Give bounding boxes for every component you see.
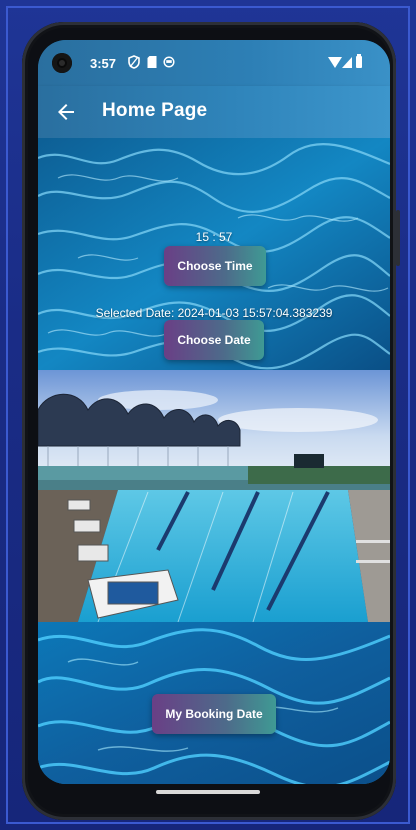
choose-date-button[interactable]: Choose Date <box>164 320 264 360</box>
power-button <box>396 210 400 266</box>
device-stage: 3:57 Home Page 15: 57 Choose Time Selec… <box>0 0 416 830</box>
water-background-bottom: My Booking Date <box>38 622 390 784</box>
water-background-top: 15 : 57 Choose Time Selected Date: 2024-… <box>38 138 390 370</box>
battery-icon <box>356 54 362 68</box>
arrow-left-icon[interactable] <box>54 100 78 124</box>
app-bar: Home Page <box>38 86 390 138</box>
my-booking-date-button[interactable]: My Booking Date <box>152 694 276 734</box>
vpn-icon <box>128 55 140 69</box>
signal-icon <box>342 57 352 68</box>
camera-hole <box>52 53 72 73</box>
status-time: 3:57 <box>90 56 117 71</box>
selected-time-text: 15 : 57 <box>195 230 233 244</box>
sd-card-icon <box>147 56 157 68</box>
swimming-pool-photo <box>38 370 390 622</box>
selected-date-text: Selected Date: 2024-01-03 15:57:04.38323… <box>95 306 333 320</box>
choose-time-button[interactable]: Choose Time <box>164 246 266 286</box>
app-notification-icon <box>163 56 175 68</box>
status-bar: 3:57 <box>38 40 390 86</box>
home-indicator[interactable] <box>156 790 260 794</box>
phone-screen: 3:57 Home Page 15: 57 Choose Time Selec… <box>38 40 390 784</box>
page-title: Home Page <box>102 100 208 121</box>
wifi-icon <box>328 57 342 68</box>
